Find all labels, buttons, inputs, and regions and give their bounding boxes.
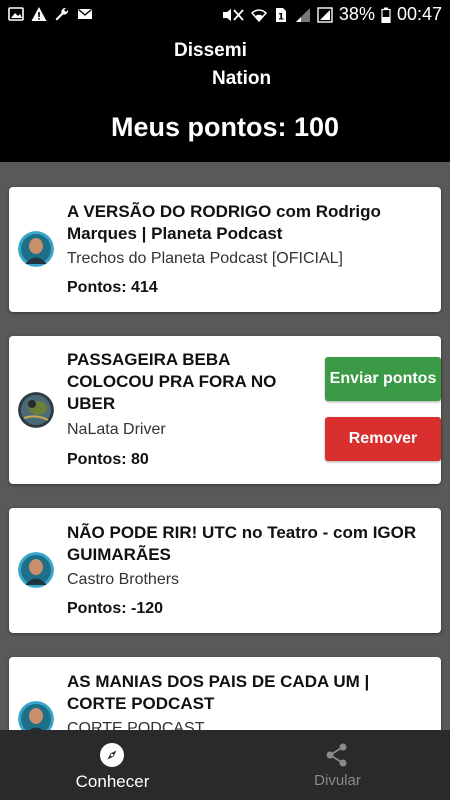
signal-icon bbox=[295, 7, 310, 22]
video-points: Pontos: 414 bbox=[67, 279, 158, 296]
channel-name: NaLata Driver bbox=[67, 421, 166, 438]
channel-avatar bbox=[18, 392, 54, 428]
share-icon bbox=[326, 743, 347, 767]
video-title: A VERSÃO DO RODRIGO com Rodrigo Marques … bbox=[67, 202, 381, 243]
battery-percent: 38% bbox=[338, 4, 375, 24]
my-points-label: Meus pontos: 100 bbox=[110, 112, 340, 142]
app-header: Dissemi Nation Meus pontos: 100 bbox=[0, 30, 450, 162]
status-bar: 1 38% 00:47 bbox=[0, 0, 450, 30]
video-card[interactable]: AS MANIAS DOS PAIS DE CADA UM | CORTE PO… bbox=[9, 657, 441, 730]
system-status: 1 38% 00:47 bbox=[221, 4, 442, 25]
notification-icons bbox=[8, 6, 93, 22]
channel-avatar bbox=[18, 701, 54, 730]
video-card[interactable]: NÃO PODE RIR! UTC no Teatro - com IGOR G… bbox=[9, 508, 441, 633]
video-card[interactable]: PASSAGEIRA BEBA COLOCOU PRA FORA NO UBER… bbox=[9, 336, 441, 484]
app-logo-line2: Nation bbox=[212, 68, 272, 89]
mute-icon bbox=[222, 8, 244, 21]
video-list[interactable]: A VERSÃO DO RODRIGO com Rodrigo Marques … bbox=[0, 162, 450, 730]
clock: 00:47 bbox=[396, 4, 442, 24]
bottom-navigation: Conhecer Divular bbox=[0, 730, 450, 800]
wifi-icon bbox=[250, 8, 267, 22]
nav-item-conhecer[interactable]: Conhecer bbox=[0, 730, 225, 800]
nav-label: Divular bbox=[314, 772, 361, 789]
compass-icon bbox=[100, 743, 124, 767]
sim-icon: 1 bbox=[275, 7, 286, 22]
video-title: NÃO PODE RIR! UTC no Teatro - com IGOR G… bbox=[67, 523, 417, 564]
mail-icon bbox=[78, 8, 92, 19]
warning-icon bbox=[31, 7, 47, 21]
video-points: Pontos: 80 bbox=[67, 451, 149, 468]
channel-avatar bbox=[18, 231, 54, 267]
app-logo-line1: Dissemi bbox=[174, 40, 247, 61]
channel-name: CORTE PODCAST bbox=[67, 720, 205, 730]
signal-icon bbox=[317, 6, 333, 23]
video-card[interactable]: A VERSÃO DO RODRIGO com Rodrigo Marques … bbox=[9, 187, 441, 312]
channel-name: Trechos do Planeta Podcast [OFICIAL] bbox=[67, 250, 343, 267]
battery-icon bbox=[381, 7, 391, 23]
video-points: Pontos: -120 bbox=[67, 600, 164, 617]
video-title: AS MANIAS DOS PAIS DE CADA UM | CORTE PO… bbox=[67, 672, 370, 713]
nav-label: Conhecer bbox=[75, 772, 150, 791]
channel-name: Castro Brothers bbox=[67, 571, 180, 588]
image-icon bbox=[8, 7, 24, 21]
svg-text:1: 1 bbox=[278, 12, 284, 22]
channel-avatar bbox=[18, 552, 54, 588]
video-title: PASSAGEIRA BEBA COLOCOU PRA FORA NO UBER bbox=[67, 350, 277, 413]
remove-button[interactable]: Remover bbox=[325, 417, 441, 461]
nav-item-divular[interactable]: Divular bbox=[225, 730, 450, 800]
wrench-icon bbox=[55, 7, 69, 21]
send-points-button[interactable]: Enviar pontos bbox=[325, 357, 441, 401]
